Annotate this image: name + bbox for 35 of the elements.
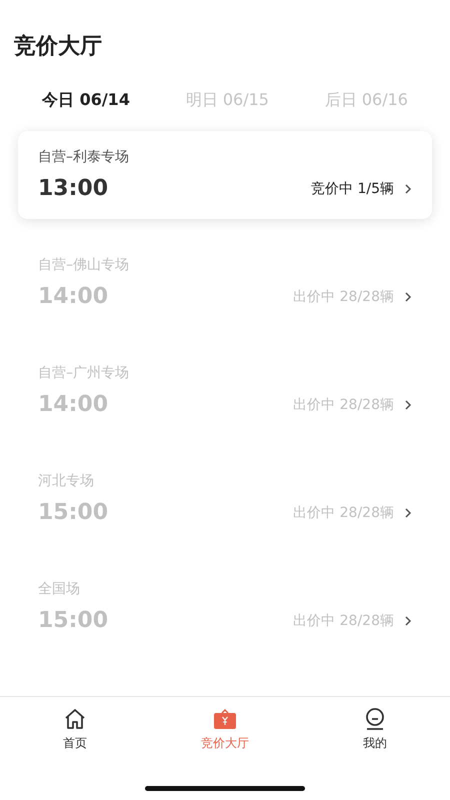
nav-tab[interactable]: 竞价大厅 [175, 707, 275, 767]
nav-tab[interactable]: 首页 [25, 707, 125, 767]
session-time: 15:00 [38, 608, 110, 633]
session-name: 全国场 [38, 580, 81, 598]
user-icon [363, 707, 387, 731]
session-time: 14:00 [38, 392, 110, 417]
session-card[interactable]: 自营–广州专场 14:00 出价中 28/28辆 [18, 347, 432, 435]
home-icon [63, 707, 87, 731]
chevron-icon [404, 290, 412, 302]
session-name: 自营–佛山专场 [38, 256, 130, 274]
session-status: 出价中 28/28辆 [293, 396, 394, 414]
session-time: 15:00 [38, 500, 110, 525]
session-time: 14:00 [38, 284, 110, 309]
session-card[interactable]: 河北专场 15:00 出价中 28/28辆 [18, 455, 432, 543]
session-status: 出价中 28/28辆 [293, 612, 394, 630]
nav-tab[interactable]: 我的 [325, 707, 425, 767]
session-card[interactable]: 自营–佛山专场 14:00 出价中 28/28辆 [18, 239, 432, 327]
chevron-icon [404, 506, 412, 518]
session-status: 出价中 28/28辆 [293, 288, 394, 306]
chevron-icon [404, 614, 412, 626]
session-name: 自营–广州专场 [38, 364, 130, 382]
session-time: 13:00 [38, 176, 110, 201]
session-name: 河北专场 [38, 472, 95, 490]
session-card[interactable]: 全国场 15:00 出价中 28/28辆 [18, 563, 432, 651]
session-status: 出价中 28/28辆 [293, 504, 394, 522]
date-tab[interactable]: 今日 06/14 [42, 86, 130, 115]
briefcase-icon [213, 707, 237, 731]
session-status: 竞价中 1/5辆 [311, 180, 394, 198]
chevron-icon [404, 398, 412, 410]
date-tab[interactable]: 明日 06/15 [186, 86, 269, 115]
session-card[interactable]: 自营–利泰专场 13:00 竞价中 1/5辆 [18, 131, 432, 219]
chevron-icon [404, 182, 412, 194]
page-title: 竞价大厅 [14, 33, 103, 61]
date-tab[interactable]: 后日 06/16 [324, 86, 408, 115]
session-name: 自营–利泰专场 [38, 148, 130, 166]
